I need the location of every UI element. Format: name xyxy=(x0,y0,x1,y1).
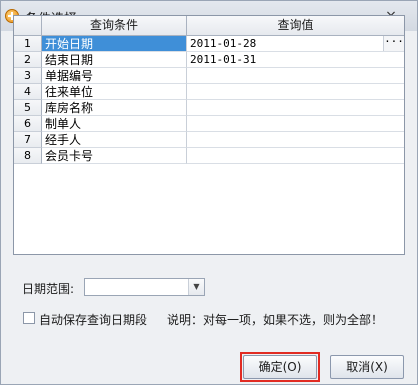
row-number: 2 xyxy=(14,52,42,68)
value-cell[interactable] xyxy=(187,100,404,116)
ok-button[interactable]: 确定(O) xyxy=(243,355,317,379)
table-row[interactable]: 8 会员卡号 xyxy=(14,148,404,164)
ellipsis-button[interactable]: ··· xyxy=(383,36,404,51)
table-row[interactable]: 2 结束日期 2011-01-31 xyxy=(14,52,404,68)
row-number-header xyxy=(14,16,42,35)
date-range-label: 日期范围: xyxy=(22,282,75,296)
value-cell[interactable] xyxy=(187,68,404,84)
auto-save-checkbox[interactable] xyxy=(23,312,35,324)
row-number: 8 xyxy=(14,148,42,164)
grid-header: 查询条件 查询值 xyxy=(14,16,404,36)
value-cell[interactable] xyxy=(187,84,404,100)
table-row[interactable]: 4 往来单位 xyxy=(14,84,404,100)
condition-cell[interactable]: 往来单位 xyxy=(42,84,187,100)
condition-dialog: 条件选择 × 查询条件 查询值 1 开始日期 2011-01-28 ··· 2 … xyxy=(0,0,418,385)
row-number: 3 xyxy=(14,68,42,84)
column-header-condition: 查询条件 xyxy=(42,16,187,35)
value-text: 2011-01-28 xyxy=(190,37,257,50)
row-number: 7 xyxy=(14,132,42,148)
condition-cell[interactable]: 库房名称 xyxy=(42,100,187,116)
row-number: 4 xyxy=(14,84,42,100)
value-cell[interactable] xyxy=(187,116,404,132)
row-number: 1 xyxy=(14,36,42,52)
hint-text: 说明：对每一项，如果不选，则为全部！ xyxy=(167,313,384,327)
condition-grid: 查询条件 查询值 1 开始日期 2011-01-28 ··· 2 结束日期 20… xyxy=(13,15,405,255)
condition-cell[interactable]: 会员卡号 xyxy=(42,148,187,164)
cancel-button[interactable]: 取消(X) xyxy=(330,355,404,379)
table-row[interactable]: 6 制单人 xyxy=(14,116,404,132)
table-row[interactable]: 5 库房名称 xyxy=(14,100,404,116)
chevron-down-icon[interactable]: ▼ xyxy=(188,279,204,295)
condition-cell[interactable]: 制单人 xyxy=(42,116,187,132)
value-cell[interactable] xyxy=(187,132,404,148)
table-row[interactable]: 1 开始日期 2011-01-28 ··· xyxy=(14,36,404,52)
value-cell[interactable]: 2011-01-28 ··· xyxy=(187,36,404,52)
row-number: 5 xyxy=(14,100,42,116)
table-row[interactable]: 3 单据编号 xyxy=(14,68,404,84)
condition-cell[interactable]: 结束日期 xyxy=(42,52,187,68)
condition-cell[interactable]: 开始日期 xyxy=(42,36,187,52)
column-header-value: 查询值 xyxy=(277,18,314,32)
row-number: 6 xyxy=(14,116,42,132)
auto-save-label[interactable]: 自动保存查询日期段 xyxy=(39,311,147,328)
value-cell[interactable]: 2011-01-31 xyxy=(187,52,404,68)
date-range-select[interactable]: ▼ xyxy=(84,278,205,296)
table-row[interactable]: 7 经手人 xyxy=(14,132,404,148)
value-cell[interactable] xyxy=(187,148,404,164)
condition-cell[interactable]: 单据编号 xyxy=(42,68,187,84)
condition-cell[interactable]: 经手人 xyxy=(42,132,187,148)
